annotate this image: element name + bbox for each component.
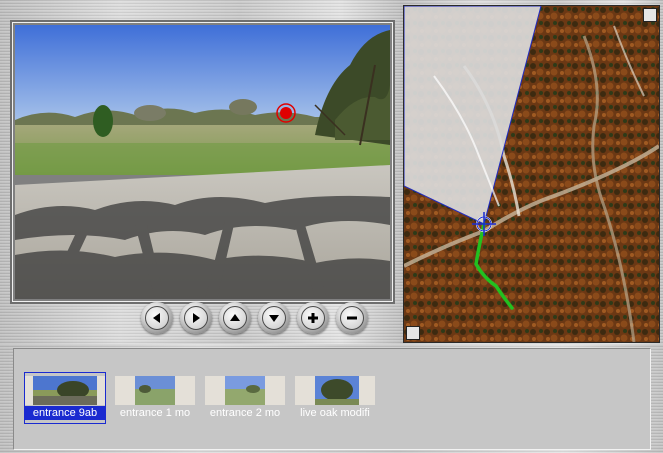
thumbnail-strip: entrance 9ab entrance 1 mo entrance 2 mo… [13, 348, 651, 450]
panorama-view[interactable] [15, 25, 390, 299]
navigation-controls [141, 302, 368, 336]
panorama-frame [10, 20, 395, 304]
viewer-panel [0, 0, 401, 344]
thumbnail-image [295, 376, 375, 405]
thumbnail-entrance-9ab[interactable]: entrance 9ab [24, 372, 106, 424]
minus-icon [347, 316, 357, 320]
thumbnail-label: entrance 9ab [25, 406, 105, 420]
pan-left-button[interactable] [141, 302, 173, 334]
tilt-down-button[interactable] [258, 302, 290, 334]
thumbnail-label: entrance 2 mo [209, 407, 281, 419]
aerial-map[interactable] [403, 5, 660, 343]
arrow-down-icon [269, 315, 279, 322]
map-resize-handle-top-right[interactable] [643, 8, 657, 22]
thumbnail-entrance-1[interactable]: entrance 1 mo [115, 373, 195, 423]
plus-icon [308, 313, 318, 323]
pan-right-button[interactable] [180, 302, 212, 334]
thumbnail-entrance-2[interactable]: entrance 2 mo [205, 373, 285, 423]
arrow-left-icon [153, 313, 160, 323]
tilt-up-button[interactable] [219, 302, 251, 334]
thumbnail-image [25, 376, 105, 405]
map-resize-handle-bottom-left[interactable] [406, 326, 420, 340]
map-panel [400, 0, 663, 344]
thumbnail-label: entrance 1 mo [119, 407, 191, 419]
thumbnail-live-oak[interactable]: live oak modifi [295, 373, 375, 423]
thumbnail-panel: entrance 9ab entrance 1 mo entrance 2 mo… [0, 344, 663, 453]
zoom-out-button[interactable] [336, 302, 368, 334]
arrow-up-icon [230, 314, 240, 321]
arrow-right-icon [193, 313, 200, 323]
thumbnail-image [205, 376, 285, 405]
thumbnail-label: live oak modifi [300, 407, 370, 419]
thumbnail-image [115, 376, 195, 405]
zoom-in-button[interactable] [297, 302, 329, 334]
